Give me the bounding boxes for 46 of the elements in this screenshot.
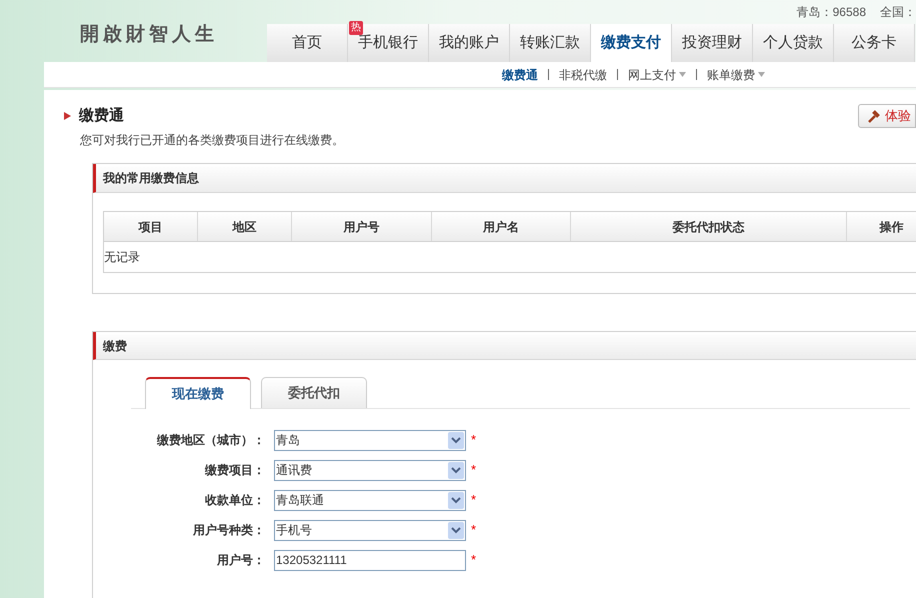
form-tab[interactable]: 现在缴费 [145,377,251,409]
nav-tab[interactable]: 个人贷款 [753,24,834,62]
column-header: 项目 [104,212,198,241]
field-label: 用户号： [216,552,265,569]
nav-tab[interactable]: 公务卡 [834,24,915,62]
nav-tab[interactable]: 缴费支付 [591,24,672,62]
required-mark: * [471,461,476,480]
nav-tab[interactable]: 投资理财 [672,24,753,62]
section-title: 缴费通 [79,106,124,126]
field-label: 用户号种类： [192,522,265,539]
select-field[interactable]: 青岛 [274,430,466,450]
select-field[interactable]: 手机号 [274,520,466,540]
nav-tab[interactable]: 我的账户 [429,24,510,62]
select-field[interactable]: 通讯费 [274,460,466,480]
empty-text: 无记录 [104,249,140,266]
logo-text: 開啟財智人生 [80,22,218,47]
panel-title: 我的常用缴费信息 [103,170,199,187]
subnav-link[interactable]: 账单缴费 [707,66,765,84]
subnav-link[interactable]: 缴费通 [502,66,538,84]
required-mark: * [471,491,476,510]
trial-button[interactable]: 体验 [858,104,916,128]
field-label: 缴费项目： [204,462,265,479]
column-header: 委托代扣状态 [571,212,847,241]
subnav-link[interactable]: 网上支付 [628,66,686,84]
required-mark: * [471,521,476,540]
hot-badge: 热 [349,21,363,35]
nav-tab[interactable]: 转账汇款 [510,24,591,62]
gavel-icon [867,109,881,123]
bullet-icon [64,112,71,120]
column-header: 用户名 [432,212,571,241]
required-mark: * [471,431,476,450]
hotline-label: 全国： [880,4,916,21]
subnav-link[interactable]: 非税代缴 [559,66,607,84]
input-field[interactable]: 13205321111 [274,550,466,570]
column-header: 操作 [847,212,916,241]
panel-title: 缴费 [103,338,127,354]
column-header: 用户号 [292,212,432,241]
hotline-text: 青岛：96588 [796,4,866,21]
section-description: 您可对我行已开通的各类缴费项目进行在线缴费。 [80,132,345,149]
required-mark: * [471,551,476,570]
nav-tab[interactable]: 首页 [267,24,348,62]
column-header: 地区 [198,212,292,241]
field-label: 收款单位： [204,492,265,509]
form-tab[interactable]: 委托代扣 [261,377,367,408]
field-label: 缴费地区（城市）： [156,432,265,449]
select-field[interactable]: 青岛联通 [274,490,466,510]
